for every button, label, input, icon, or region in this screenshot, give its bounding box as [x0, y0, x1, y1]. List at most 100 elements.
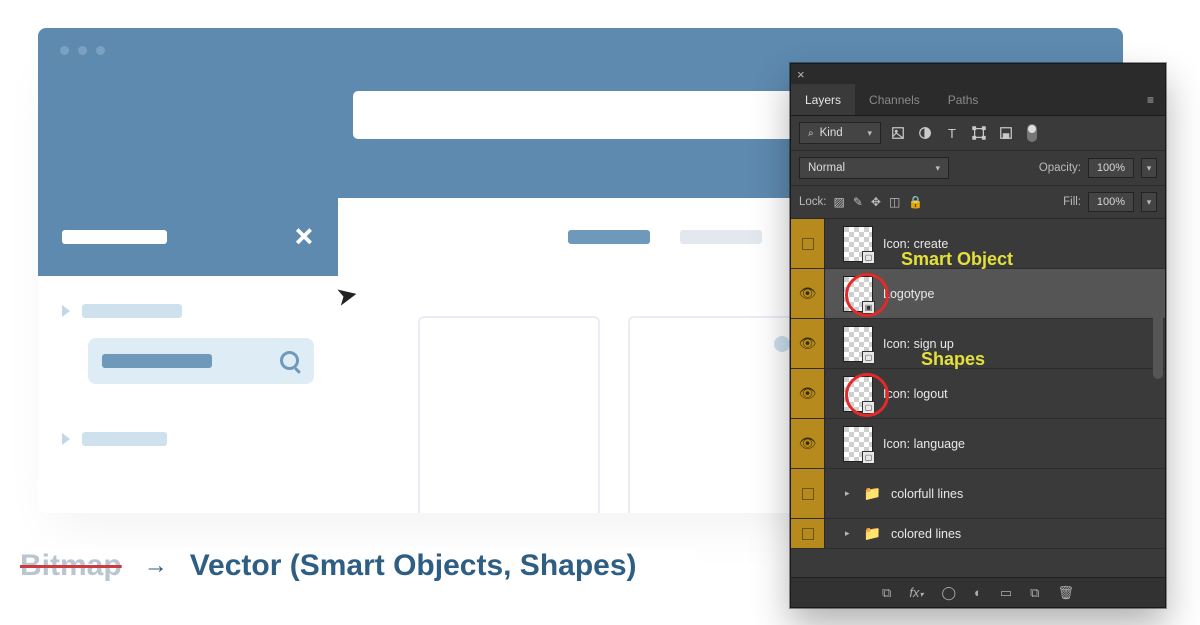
lock-transparency-icon[interactable]: ▨: [834, 195, 845, 209]
layers-list: Smart Object Shapes ▢ Icon: create 👁 ▣ L…: [791, 219, 1165, 577]
arrow-icon: →: [144, 552, 168, 580]
new-layer-icon[interactable]: ⧉: [1030, 585, 1039, 601]
adjustment-icon[interactable]: ◐: [974, 585, 982, 600]
sidebar-item[interactable]: [38, 304, 338, 318]
search-icon: [280, 351, 300, 371]
layers-panel: × Layers Channels Paths ≡ ⌕ Kind ▾ T Nor…: [790, 63, 1166, 608]
close-icon[interactable]: ×: [797, 67, 805, 82]
shape-badge-icon: ▢: [862, 251, 875, 264]
caption: Bitmap → Vector (Smart Objects, Shapes): [20, 549, 697, 583]
visibility-toggle[interactable]: 👁: [791, 369, 825, 418]
sidebar-search[interactable]: [88, 338, 314, 384]
layer-name: Icon: sign up: [883, 337, 954, 351]
filter-smart-icon[interactable]: [996, 123, 1016, 143]
layer-folder-row[interactable]: ▸ 📁 colorfull lines: [791, 469, 1165, 519]
layer-row[interactable]: 👁 ▣ Logotype: [791, 269, 1165, 319]
sidebar-item[interactable]: [38, 432, 338, 446]
layer-name: Logotype: [883, 287, 934, 301]
blend-mode-value: Normal: [808, 162, 845, 174]
shape-badge-icon: ▢: [862, 401, 875, 414]
filter-shape-icon[interactable]: [969, 123, 989, 143]
tab[interactable]: [680, 230, 762, 244]
lock-artboard-icon[interactable]: ◫: [889, 195, 900, 209]
layer-thumb: ▢: [843, 226, 873, 262]
panel-footer: ⧉ fx▾ ◯ ◐ ▭ ⧉ 🗑: [791, 577, 1165, 607]
visibility-toggle[interactable]: 👁: [791, 319, 825, 368]
filter-kind-label: Kind: [820, 127, 843, 139]
eye-icon: 👁: [799, 285, 817, 302]
lock-all-icon[interactable]: 🔒: [908, 195, 923, 209]
tab-paths[interactable]: Paths: [934, 84, 993, 115]
eye-icon: 👁: [799, 385, 817, 402]
caption-vector: Vector (Smart Objects, Shapes): [190, 549, 637, 583]
lock-position-icon[interactable]: ✥: [871, 195, 881, 209]
panel-menu-icon[interactable]: ≡: [1137, 93, 1165, 107]
tab-active[interactable]: [568, 230, 650, 244]
visibility-toggle[interactable]: [791, 219, 825, 268]
shape-badge-icon: ▢: [862, 451, 875, 464]
layer-name: Icon: create: [883, 237, 948, 251]
blend-row: Normal ▾ Opacity: 100% ▾: [791, 151, 1165, 186]
sidebar-title-placeholder: [62, 230, 167, 244]
filter-adjust-icon[interactable]: [915, 123, 935, 143]
card[interactable]: [628, 316, 810, 513]
trash-icon[interactable]: 🗑: [1057, 585, 1074, 601]
layer-folder-row[interactable]: ▸ 📁 colored lines: [791, 519, 1165, 549]
chevron-right-icon: [62, 433, 70, 445]
filter-row: ⌕ Kind ▾ T: [791, 116, 1165, 151]
panel-titlebar[interactable]: ×: [791, 64, 1165, 84]
fill-caret[interactable]: ▾: [1141, 192, 1157, 212]
layer-thumb: ▢: [843, 426, 873, 462]
lock-row: Lock: ▨ ✎ ✥ ◫ 🔒 Fill: 100% ▾: [791, 186, 1165, 219]
close-icon[interactable]: ✕: [294, 223, 314, 252]
layer-thumb: ▣: [843, 276, 873, 312]
visibility-toggle[interactable]: 👁: [791, 269, 825, 318]
layer-row[interactable]: 👁 ▢ Icon: language: [791, 419, 1165, 469]
panel-tabs: Layers Channels Paths ≡: [791, 84, 1165, 116]
layer-thumb: ▢: [843, 326, 873, 362]
sidebar-item-label: [82, 432, 167, 446]
visibility-toggle[interactable]: [791, 519, 825, 548]
filter-image-icon[interactable]: [888, 123, 908, 143]
eye-icon: 👁: [799, 435, 817, 452]
opacity-caret[interactable]: ▾: [1141, 158, 1157, 178]
mask-icon[interactable]: ◯: [941, 585, 956, 601]
filter-type-icon[interactable]: T: [942, 123, 962, 143]
sidebar-item-label: [82, 304, 182, 318]
visibility-toggle[interactable]: [791, 469, 825, 518]
fx-icon[interactable]: fx▾: [909, 585, 923, 600]
traffic-lights: [60, 46, 105, 55]
folder-icon: 📁: [864, 485, 881, 502]
eye-icon: 👁: [799, 335, 817, 352]
tab-layers[interactable]: Layers: [791, 84, 855, 115]
card[interactable]: [418, 316, 600, 513]
lock-brush-icon[interactable]: ✎: [853, 195, 863, 209]
layer-name: Icon: language: [883, 437, 965, 451]
visibility-toggle[interactable]: 👁: [791, 419, 825, 468]
card-dot-icon: [774, 336, 790, 352]
filter-kind-select[interactable]: ⌕ Kind ▾: [799, 122, 881, 144]
folder-icon: 📁: [864, 525, 881, 542]
layer-name: Icon: logout: [883, 387, 948, 401]
layer-row[interactable]: 👁 ▢ Icon: logout: [791, 369, 1165, 419]
blend-mode-select[interactable]: Normal ▾: [799, 157, 949, 179]
layer-name: colored lines: [891, 527, 961, 541]
sidebar-header: ✕: [38, 198, 338, 276]
new-group-icon[interactable]: ▭: [1000, 585, 1012, 601]
fill-field[interactable]: 100%: [1088, 192, 1134, 212]
filter-toggle[interactable]: [1027, 124, 1037, 142]
layer-row[interactable]: 👁 ▢ Icon: sign up: [791, 319, 1165, 369]
opacity-field[interactable]: 100%: [1088, 158, 1134, 178]
lock-label: Lock:: [799, 196, 827, 208]
chevron-right-icon[interactable]: ▸: [845, 488, 850, 499]
shape-badge-icon: ▢: [862, 351, 875, 364]
caption-bitmap: Bitmap: [20, 549, 122, 583]
opacity-label: Opacity:: [1039, 162, 1081, 174]
tab-channels[interactable]: Channels: [855, 84, 934, 115]
sidebar: ✕: [38, 198, 338, 513]
link-layers-icon[interactable]: ⧉: [882, 585, 891, 601]
search-text-placeholder: [102, 354, 212, 368]
chevron-right-icon[interactable]: ▸: [845, 528, 850, 539]
layer-row[interactable]: ▢ Icon: create: [791, 219, 1165, 269]
smart-object-badge-icon: ▣: [862, 301, 875, 314]
